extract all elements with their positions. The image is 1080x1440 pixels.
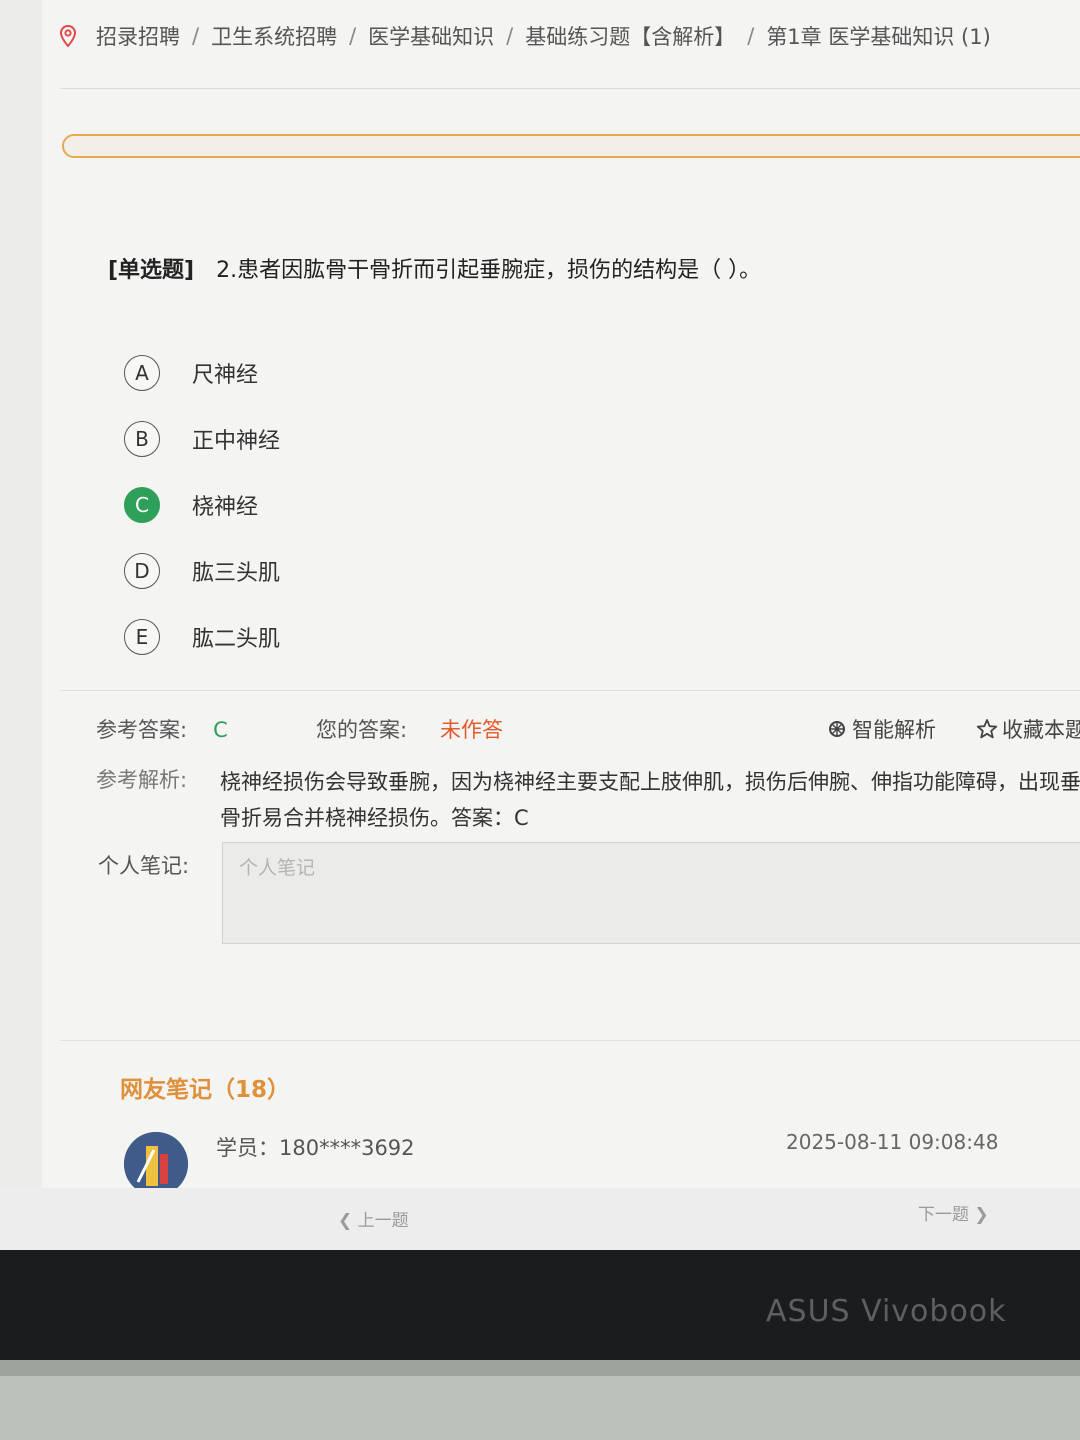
question-text: 2.患者因肱骨干骨折而引起垂腕症，损伤的结构是（ ）。 <box>216 258 762 283</box>
location-pin-icon <box>59 24 77 48</box>
device-brand: ASUS Vivobook <box>766 1294 1007 1329</box>
progress-bar <box>62 134 1080 158</box>
option-text: 尺神经 <box>192 363 259 388</box>
ai-analysis-button[interactable]: 智能解析 <box>826 714 936 744</box>
breadcrumb-item-recruit[interactable]: 招录招聘 <box>96 21 180 51</box>
answer-row: 参考答案: C 您的答案: 未作答 智能解析 收藏本题 <box>96 714 1080 750</box>
option-text: 正中神经 <box>192 429 281 454</box>
question-type: [单选题] <box>108 258 195 283</box>
favorite-button[interactable]: 收藏本题 <box>976 714 1080 744</box>
next-question-button[interactable]: 下一题 ❯ <box>918 1200 989 1225</box>
breadcrumb-separator: / <box>192 24 200 48</box>
option-a[interactable]: A 尺神经 <box>124 340 280 406</box>
question: [单选题] 2.患者因肱骨干骨折而引起垂腕症，损伤的结构是（ ）。 <box>108 252 761 284</box>
netizen-note-item: 学员：180****3692 2025-08-11 09:08:48 <box>124 1130 1024 1196</box>
analysis-text: 桡神经损伤会导致垂腕，因为桡神经主要支配上肢伸肌，损伤后伸腕、伸指功能障碍，出现… <box>220 764 1080 836</box>
ai-spark-icon <box>829 721 845 737</box>
analysis-line: 桡神经损伤会导致垂腕，因为桡神经主要支配上肢伸肌，损伤后伸腕、伸指功能障碍，出现… <box>220 770 1080 794</box>
options-divider <box>60 690 1080 691</box>
breadcrumb-item-health-system[interactable]: 卫生系统招聘 <box>211 21 337 51</box>
option-b[interactable]: B 正中神经 <box>124 406 280 472</box>
option-letter: E <box>124 619 160 655</box>
option-letter: D <box>124 553 160 589</box>
keyboard-deck <box>0 1360 1080 1440</box>
option-text: 桡神经 <box>192 495 259 520</box>
options-list: A 尺神经 B 正中神经 C 桡神经 D 肱三头肌 E 肱二头肌 <box>124 340 280 670</box>
analysis-line: 骨折易合并桡神经损伤。答案：C <box>220 806 529 830</box>
breadcrumb-separator: / <box>747 24 755 48</box>
option-letter: B <box>124 421 160 457</box>
star-icon <box>976 719 998 739</box>
reference-answer-value: C <box>213 718 228 742</box>
prev-question-label: 上一题 <box>357 1211 409 1231</box>
hinge <box>0 1360 1080 1376</box>
prev-question-button[interactable]: ❮ 上一题 <box>338 1206 409 1231</box>
option-c[interactable]: C 桡神经 <box>124 472 280 538</box>
header-divider <box>60 88 1080 89</box>
note-time: 2025-08-11 09:08:48 <box>786 1130 999 1154</box>
analysis-label: 参考解析: <box>96 768 188 792</box>
avatar <box>124 1132 188 1196</box>
reference-answer-label: 参考答案: <box>96 718 188 742</box>
option-e[interactable]: E 肱二头肌 <box>124 604 280 670</box>
ai-analysis-label: 智能解析 <box>852 718 936 742</box>
your-answer-value: 未作答 <box>440 718 503 742</box>
netizen-notes-title: 网友笔记（18） <box>120 1077 291 1103</box>
browser-screen: 招录招聘 / 卫生系统招聘 / 医学基础知识 / 基础练习题【含解析】 / 第1… <box>0 0 1080 1250</box>
chevron-left-icon: ❮ <box>338 1211 358 1231</box>
option-letter: A <box>124 355 160 391</box>
option-letter-correct: C <box>124 487 160 523</box>
section-divider <box>60 1040 1080 1041</box>
laptop-bezel: ASUS Vivobook <box>0 1250 1080 1360</box>
favorite-label: 收藏本题 <box>1002 718 1080 742</box>
chevron-right-icon: ❯ <box>969 1205 989 1225</box>
personal-notes-label: 个人笔记: <box>98 854 190 878</box>
avatar-image <box>124 1132 188 1196</box>
breadcrumb-item-practice[interactable]: 基础练习题【含解析】 <box>525 21 735 51</box>
breadcrumb-item-chapter: 第1章 医学基础知识 (1) <box>766 25 991 49</box>
personal-notes-input[interactable] <box>222 842 1080 944</box>
your-answer-label: 您的答案: <box>316 718 408 742</box>
breadcrumb-separator: / <box>506 24 514 48</box>
breadcrumb-separator: / <box>349 24 357 48</box>
breadcrumb-item-medical-basics[interactable]: 医学基础知识 <box>368 21 494 51</box>
option-text: 肱三头肌 <box>192 561 281 586</box>
option-d[interactable]: D 肱三头肌 <box>124 538 280 604</box>
next-question-label: 下一题 <box>918 1205 969 1225</box>
note-user: 学员：180****3692 <box>216 1136 415 1160</box>
breadcrumb: 招录招聘 / 卫生系统招聘 / 医学基础知识 / 基础练习题【含解析】 / 第1… <box>56 18 991 54</box>
pager: ❮ 上一题 下一题 ❯ <box>0 1188 1080 1250</box>
option-text: 肱二头肌 <box>192 627 281 652</box>
